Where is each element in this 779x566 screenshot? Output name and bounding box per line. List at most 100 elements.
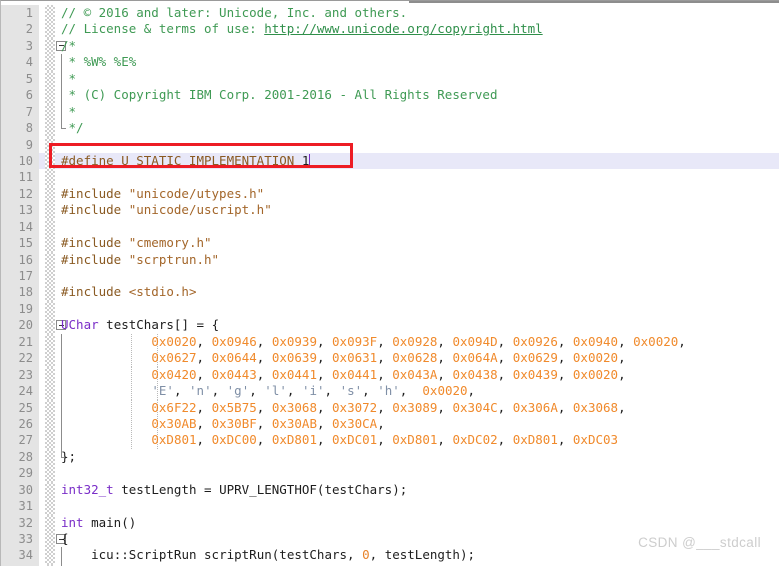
change-margin bbox=[45, 383, 55, 400]
code-line[interactable]: 11 bbox=[1, 169, 779, 186]
code-text[interactable]: UChar testChars[] = { bbox=[61, 317, 219, 333]
fold-column[interactable] bbox=[55, 137, 69, 153]
code-surface[interactable]: 1 // © 2016 and later: Unicode, Inc. and … bbox=[1, 5, 779, 566]
code-line[interactable]: 15 #include "cmemory.h" bbox=[1, 235, 779, 252]
line-number: 32 bbox=[1, 514, 39, 531]
code-text[interactable]: #include "scrptrun.h" bbox=[61, 252, 219, 268]
code-line[interactable]: 1 // © 2016 and later: Unicode, Inc. and … bbox=[1, 5, 779, 22]
code-line[interactable]: 14 bbox=[1, 218, 779, 236]
code-line[interactable]: 7 * bbox=[1, 103, 779, 121]
code-text[interactable]: #include "unicode/uscript.h" bbox=[61, 202, 272, 218]
line-number: 33 bbox=[1, 531, 39, 548]
code-text[interactable]: * bbox=[61, 71, 77, 87]
fold-column[interactable] bbox=[55, 301, 69, 317]
change-margin bbox=[45, 448, 55, 466]
code-text[interactable]: */ bbox=[61, 120, 84, 136]
code-line[interactable]: 10 #define U_STATIC_IMPLEMENTATION 1 bbox=[1, 152, 779, 170]
fold-column[interactable] bbox=[55, 219, 69, 235]
line-number: 10 bbox=[1, 152, 39, 170]
code-text[interactable]: * %W% %E% bbox=[61, 54, 137, 70]
code-line[interactable]: 8 */ bbox=[1, 120, 779, 137]
change-margin bbox=[45, 415, 55, 433]
code-text[interactable]: * (C) Copyright IBM Corp. 2001-2016 - Al… bbox=[61, 87, 498, 103]
line-number: 15 bbox=[1, 235, 39, 252]
tab-bar-edge bbox=[409, 1, 779, 3]
change-margin bbox=[45, 399, 55, 416]
code-text[interactable]: #include "cmemory.h" bbox=[61, 235, 212, 251]
line-number: 34 bbox=[1, 547, 39, 564]
code-line[interactable]: 22 0x0627, 0x0644, 0x0639, 0x0631, 0x062… bbox=[1, 350, 779, 367]
code-line[interactable]: 13 #include "unicode/uscript.h" bbox=[1, 202, 779, 219]
change-margin bbox=[45, 120, 55, 137]
fold-column[interactable] bbox=[55, 169, 69, 185]
code-line[interactable]: 24 'E', 'n', 'g', 'l', 'i', 's', 'h', 0x… bbox=[1, 383, 779, 400]
code-line[interactable]: 32 int main() bbox=[1, 514, 779, 531]
change-margin bbox=[45, 465, 55, 482]
line-number: 13 bbox=[1, 202, 39, 219]
code-line[interactable]: 27 0xD801, 0xDC00, 0xD801, 0xDC01, 0xD80… bbox=[1, 432, 779, 449]
code-line[interactable]: 9 bbox=[1, 136, 779, 153]
line-number: 29 bbox=[1, 465, 39, 482]
code-text[interactable]: { bbox=[61, 531, 69, 547]
code-text[interactable]: int main() bbox=[61, 515, 136, 531]
change-margin bbox=[45, 152, 55, 170]
code-line[interactable]: 17 bbox=[1, 268, 779, 285]
code-line[interactable]: 5 * bbox=[1, 70, 779, 88]
code-line[interactable]: 16 #include "scrptrun.h" bbox=[1, 251, 779, 268]
code-text[interactable]: #define U_STATIC_IMPLEMENTATION 1 bbox=[61, 153, 311, 169]
code-text[interactable]: 0x0627, 0x0644, 0x0639, 0x0631, 0x0628, … bbox=[61, 350, 625, 366]
code-line[interactable]: 2 // License & terms of use: http://www.u… bbox=[1, 21, 779, 38]
code-line[interactable]: 31 bbox=[1, 498, 779, 515]
code-text[interactable]: 'E', 'n', 'g', 'l', 'i', 's', 'h', 0x002… bbox=[61, 383, 475, 399]
change-margin bbox=[45, 185, 55, 203]
code-line[interactable]: 29 bbox=[1, 465, 779, 482]
code-line[interactable]: 21 0x0020, 0x0946, 0x0939, 0x093F, 0x092… bbox=[1, 333, 779, 351]
line-number: 22 bbox=[1, 350, 39, 367]
change-margin bbox=[45, 103, 55, 121]
line-number: 16 bbox=[1, 251, 39, 268]
line-number: 30 bbox=[1, 481, 39, 499]
line-number: 3 bbox=[1, 37, 39, 55]
change-margin bbox=[45, 54, 55, 71]
change-margin bbox=[45, 317, 55, 334]
code-line[interactable]: 3 /* bbox=[1, 37, 779, 55]
line-number: 25 bbox=[1, 399, 39, 416]
code-text[interactable]: /* bbox=[61, 38, 76, 54]
code-line[interactable]: 26 0x30AB, 0x30BF, 0x30AB, 0x30CA, bbox=[1, 415, 779, 433]
code-text[interactable]: #include <stdio.h> bbox=[61, 284, 196, 300]
code-text[interactable]: int32_t testLength = UPRV_LENGTHOF(testC… bbox=[61, 482, 407, 498]
code-text[interactable]: #include "unicode/utypes.h" bbox=[61, 186, 264, 202]
code-text[interactable]: icu::ScriptRun scriptRun(testChars, 0, t… bbox=[61, 547, 475, 563]
fold-column[interactable] bbox=[55, 465, 69, 481]
code-text[interactable]: * bbox=[61, 104, 77, 120]
change-margin bbox=[45, 498, 55, 515]
line-number: 17 bbox=[1, 268, 39, 285]
line-number: 20 bbox=[1, 317, 39, 334]
code-text[interactable]: // © 2016 and later: Unicode, Inc. and o… bbox=[61, 5, 407, 21]
change-margin bbox=[45, 432, 55, 449]
code-line[interactable]: 4 * %W% %E% bbox=[1, 54, 779, 71]
change-margin bbox=[45, 284, 55, 301]
code-line[interactable]: 25 0x6F22, 0x5B75, 0x3068, 0x3072, 0x308… bbox=[1, 399, 779, 416]
line-number: 26 bbox=[1, 415, 39, 433]
line-number: 7 bbox=[1, 103, 39, 121]
code-text[interactable]: // License & terms of use: http://www.un… bbox=[61, 21, 543, 37]
fold-column[interactable] bbox=[55, 498, 69, 514]
code-line[interactable]: 6 * (C) Copyright IBM Corp. 2001-2016 - … bbox=[1, 87, 779, 104]
change-margin bbox=[45, 514, 55, 531]
code-line[interactable]: 23 0x0420, 0x0443, 0x0441, 0x0441, 0x043… bbox=[1, 366, 779, 384]
code-text[interactable]: 0xD801, 0xDC00, 0xD801, 0xDC01, 0xD801, … bbox=[61, 432, 618, 448]
code-line[interactable]: 30 int32_t testLength = UPRV_LENGTHOF(tes… bbox=[1, 481, 779, 499]
fold-column[interactable] bbox=[55, 268, 69, 284]
code-line[interactable]: 19 bbox=[1, 300, 779, 318]
code-text[interactable]: 0x30AB, 0x30BF, 0x30AB, 0x30CA, bbox=[61, 416, 384, 432]
code-line[interactable]: 12 #include "unicode/utypes.h" bbox=[1, 185, 779, 203]
code-text[interactable]: 0x0420, 0x0443, 0x0441, 0x0441, 0x043A, … bbox=[61, 367, 625, 383]
code-text[interactable]: 0x0020, 0x0946, 0x0939, 0x093F, 0x0928, … bbox=[61, 334, 685, 350]
line-number: 5 bbox=[1, 70, 39, 88]
code-line[interactable]: 20 UChar testChars[] = { bbox=[1, 317, 779, 334]
code-text[interactable]: 0x6F22, 0x5B75, 0x3068, 0x3072, 0x3089, … bbox=[61, 400, 625, 416]
code-line[interactable]: 28}; bbox=[1, 448, 779, 466]
code-text[interactable]: }; bbox=[61, 449, 76, 465]
code-line[interactable]: 18 #include <stdio.h> bbox=[1, 284, 779, 301]
